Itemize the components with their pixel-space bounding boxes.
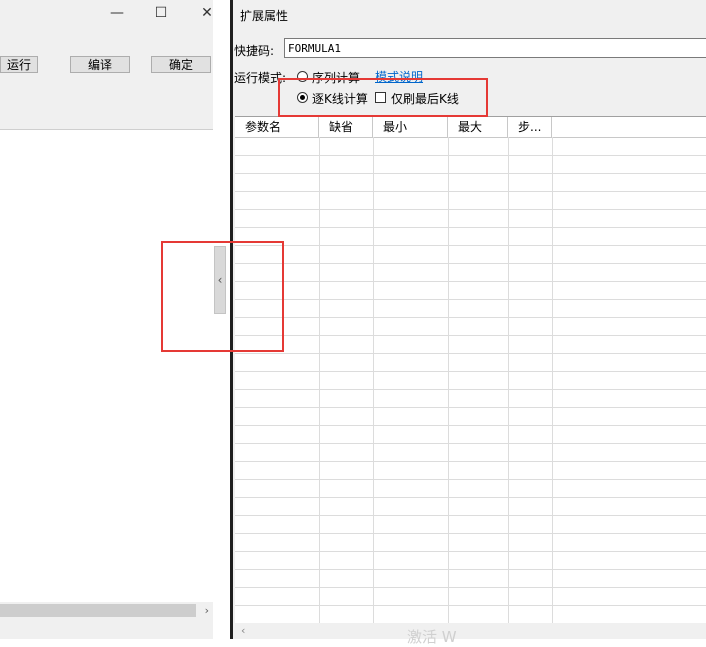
- grid-row-line: [235, 389, 706, 390]
- grid-row-line: [235, 497, 706, 498]
- grid-row-line: [235, 605, 706, 606]
- horizontal-scrollbar[interactable]: ›: [0, 602, 213, 619]
- shortcut-label: 快捷码:: [234, 44, 275, 58]
- grid-row-line: [235, 425, 706, 426]
- table-horizontal-scrollbar[interactable]: ‹: [233, 623, 706, 639]
- grid-row-line: [235, 479, 706, 480]
- grid-row-line: [235, 587, 706, 588]
- grid-row-line: [235, 155, 706, 156]
- column-header-default[interactable]: 缺省: [319, 117, 373, 137]
- grid-row-line: [235, 551, 706, 552]
- scroll-right-icon[interactable]: ›: [205, 602, 209, 619]
- grid-row-line: [235, 245, 706, 246]
- grid-row-line: [235, 209, 706, 210]
- highlight-box-mode-options: [278, 78, 488, 117]
- formula-editor-area[interactable]: [0, 129, 213, 602]
- scroll-left-icon[interactable]: ‹: [241, 623, 245, 639]
- activation-watermark: 激活 W: [407, 628, 457, 646]
- parameter-table[interactable]: 参数名 缺省 最小 最大 步...: [235, 116, 706, 624]
- panel-title: 扩展属性: [240, 9, 289, 23]
- grid-row-line: [235, 191, 706, 192]
- column-header-step[interactable]: 步...: [508, 117, 552, 137]
- ok-button[interactable]: 确定: [151, 56, 211, 73]
- table-header: 参数名 缺省 最小 最大 步...: [235, 117, 706, 138]
- grid-row-line: [235, 353, 706, 354]
- run-button[interactable]: 运行: [0, 56, 38, 73]
- grid-row-line: [235, 569, 706, 570]
- shortcut-code-input[interactable]: [284, 38, 706, 58]
- grid-row-line: [235, 533, 706, 534]
- column-header-max[interactable]: 最大: [448, 117, 508, 137]
- grid-row-line: [235, 173, 706, 174]
- highlight-box-splitter: [161, 241, 284, 352]
- column-header-param-name[interactable]: 参数名: [235, 117, 319, 137]
- scrollbar-thumb[interactable]: [0, 604, 196, 617]
- grid-row-line: [235, 461, 706, 462]
- column-header-min[interactable]: 最小: [373, 117, 448, 137]
- grid-row-line: [235, 443, 706, 444]
- grid-row-line: [235, 407, 706, 408]
- grid-row-line: [235, 227, 706, 228]
- grid-row-line: [235, 371, 706, 372]
- grid-row-line: [235, 335, 706, 336]
- maximize-icon[interactable]: ☐: [146, 3, 176, 23]
- compile-button[interactable]: 编译: [70, 56, 130, 73]
- grid-row-line: [235, 317, 706, 318]
- grid-row-line: [235, 515, 706, 516]
- grid-row-line: [235, 299, 706, 300]
- grid-row-line: [235, 281, 706, 282]
- minimize-icon[interactable]: —: [102, 3, 132, 23]
- grid-row-line: [235, 263, 706, 264]
